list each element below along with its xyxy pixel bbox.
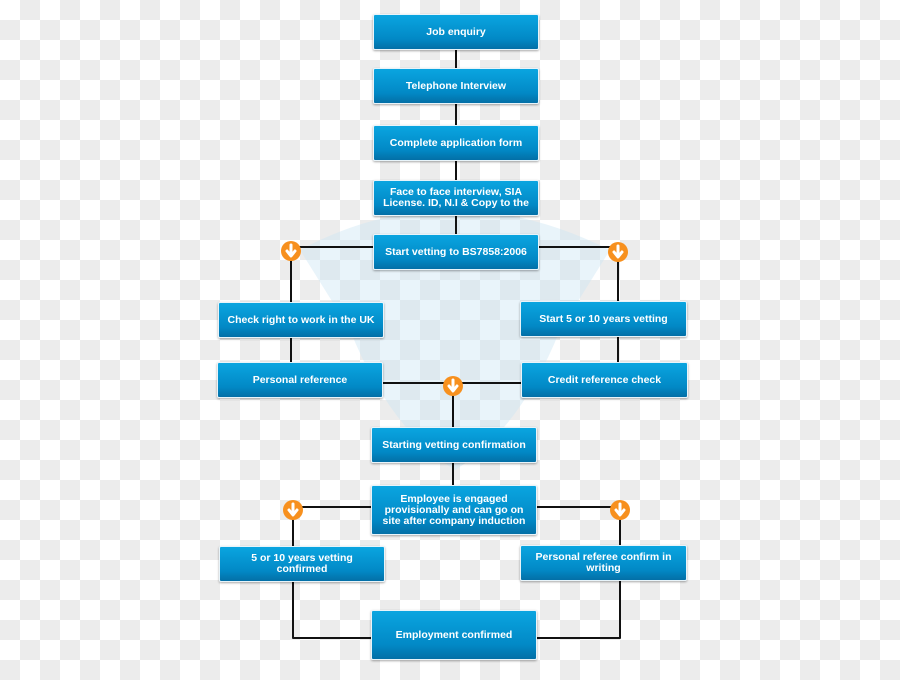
arrow-down-icon	[443, 376, 463, 396]
node-label: Starting vetting confirmation	[382, 438, 526, 451]
connector-final-left	[292, 582, 371, 639]
node-label: 5 or 10 years vetting confirmed	[251, 552, 353, 575]
node-telephone-interview: Telephone Interview	[373, 68, 539, 104]
connector-final-right	[537, 581, 621, 639]
connector-engaged-right	[537, 506, 621, 545]
arrow-down-icon	[610, 500, 630, 520]
node-label: Complete application form	[389, 136, 523, 149]
node-label: Employee is engaged provisionally and ca…	[382, 492, 526, 527]
node-personal-referee-confirm: Personal referee confirm in writing	[520, 545, 687, 581]
node-job-enquiry: Job enquiry	[373, 14, 539, 50]
arrow-down-icon	[608, 242, 628, 262]
node-complete-application-form: Complete application form	[373, 125, 539, 161]
node-check-right-to-work: Check right to work in the UK	[218, 302, 384, 338]
node-label: Start 5 or 10 years vetting	[539, 312, 668, 325]
node-starting-vetting-confirmation: Starting vetting confirmation	[371, 427, 537, 463]
node-face-to-face-interview: Face to face interview, SIA License. ID,…	[373, 180, 539, 216]
connector-engaged-left	[292, 506, 371, 546]
node-label: Job enquiry	[426, 25, 486, 38]
node-label: Face to face interview, SIA License. ID,…	[383, 186, 529, 209]
node-personal-reference: Personal reference	[217, 362, 383, 398]
node-label: Employment confirmed	[395, 628, 513, 641]
node-label: Start vetting to BS7858:2006	[385, 245, 527, 258]
arrow-down-icon	[281, 241, 301, 261]
node-employment-confirmed: Employment confirmed	[371, 610, 537, 660]
node-label: Credit reference check	[547, 373, 662, 386]
node-label: Telephone Interview	[405, 79, 507, 92]
node-employee-engaged-provisionally: Employee is engaged provisionally and ca…	[371, 485, 537, 535]
arrow-down-icon	[283, 500, 303, 520]
node-label: Personal referee confirm in writing	[535, 551, 672, 574]
node-vetting-confirmed: 5 or 10 years vetting confirmed	[219, 546, 385, 582]
node-label: Personal reference	[252, 373, 348, 386]
node-start-vetting: Start vetting to BS7858:2006	[373, 234, 539, 270]
node-start-5-or-10-years-vetting: Start 5 or 10 years vetting	[520, 301, 687, 337]
node-credit-reference-check: Credit reference check	[521, 362, 688, 398]
node-label: Check right to work in the UK	[227, 313, 375, 326]
